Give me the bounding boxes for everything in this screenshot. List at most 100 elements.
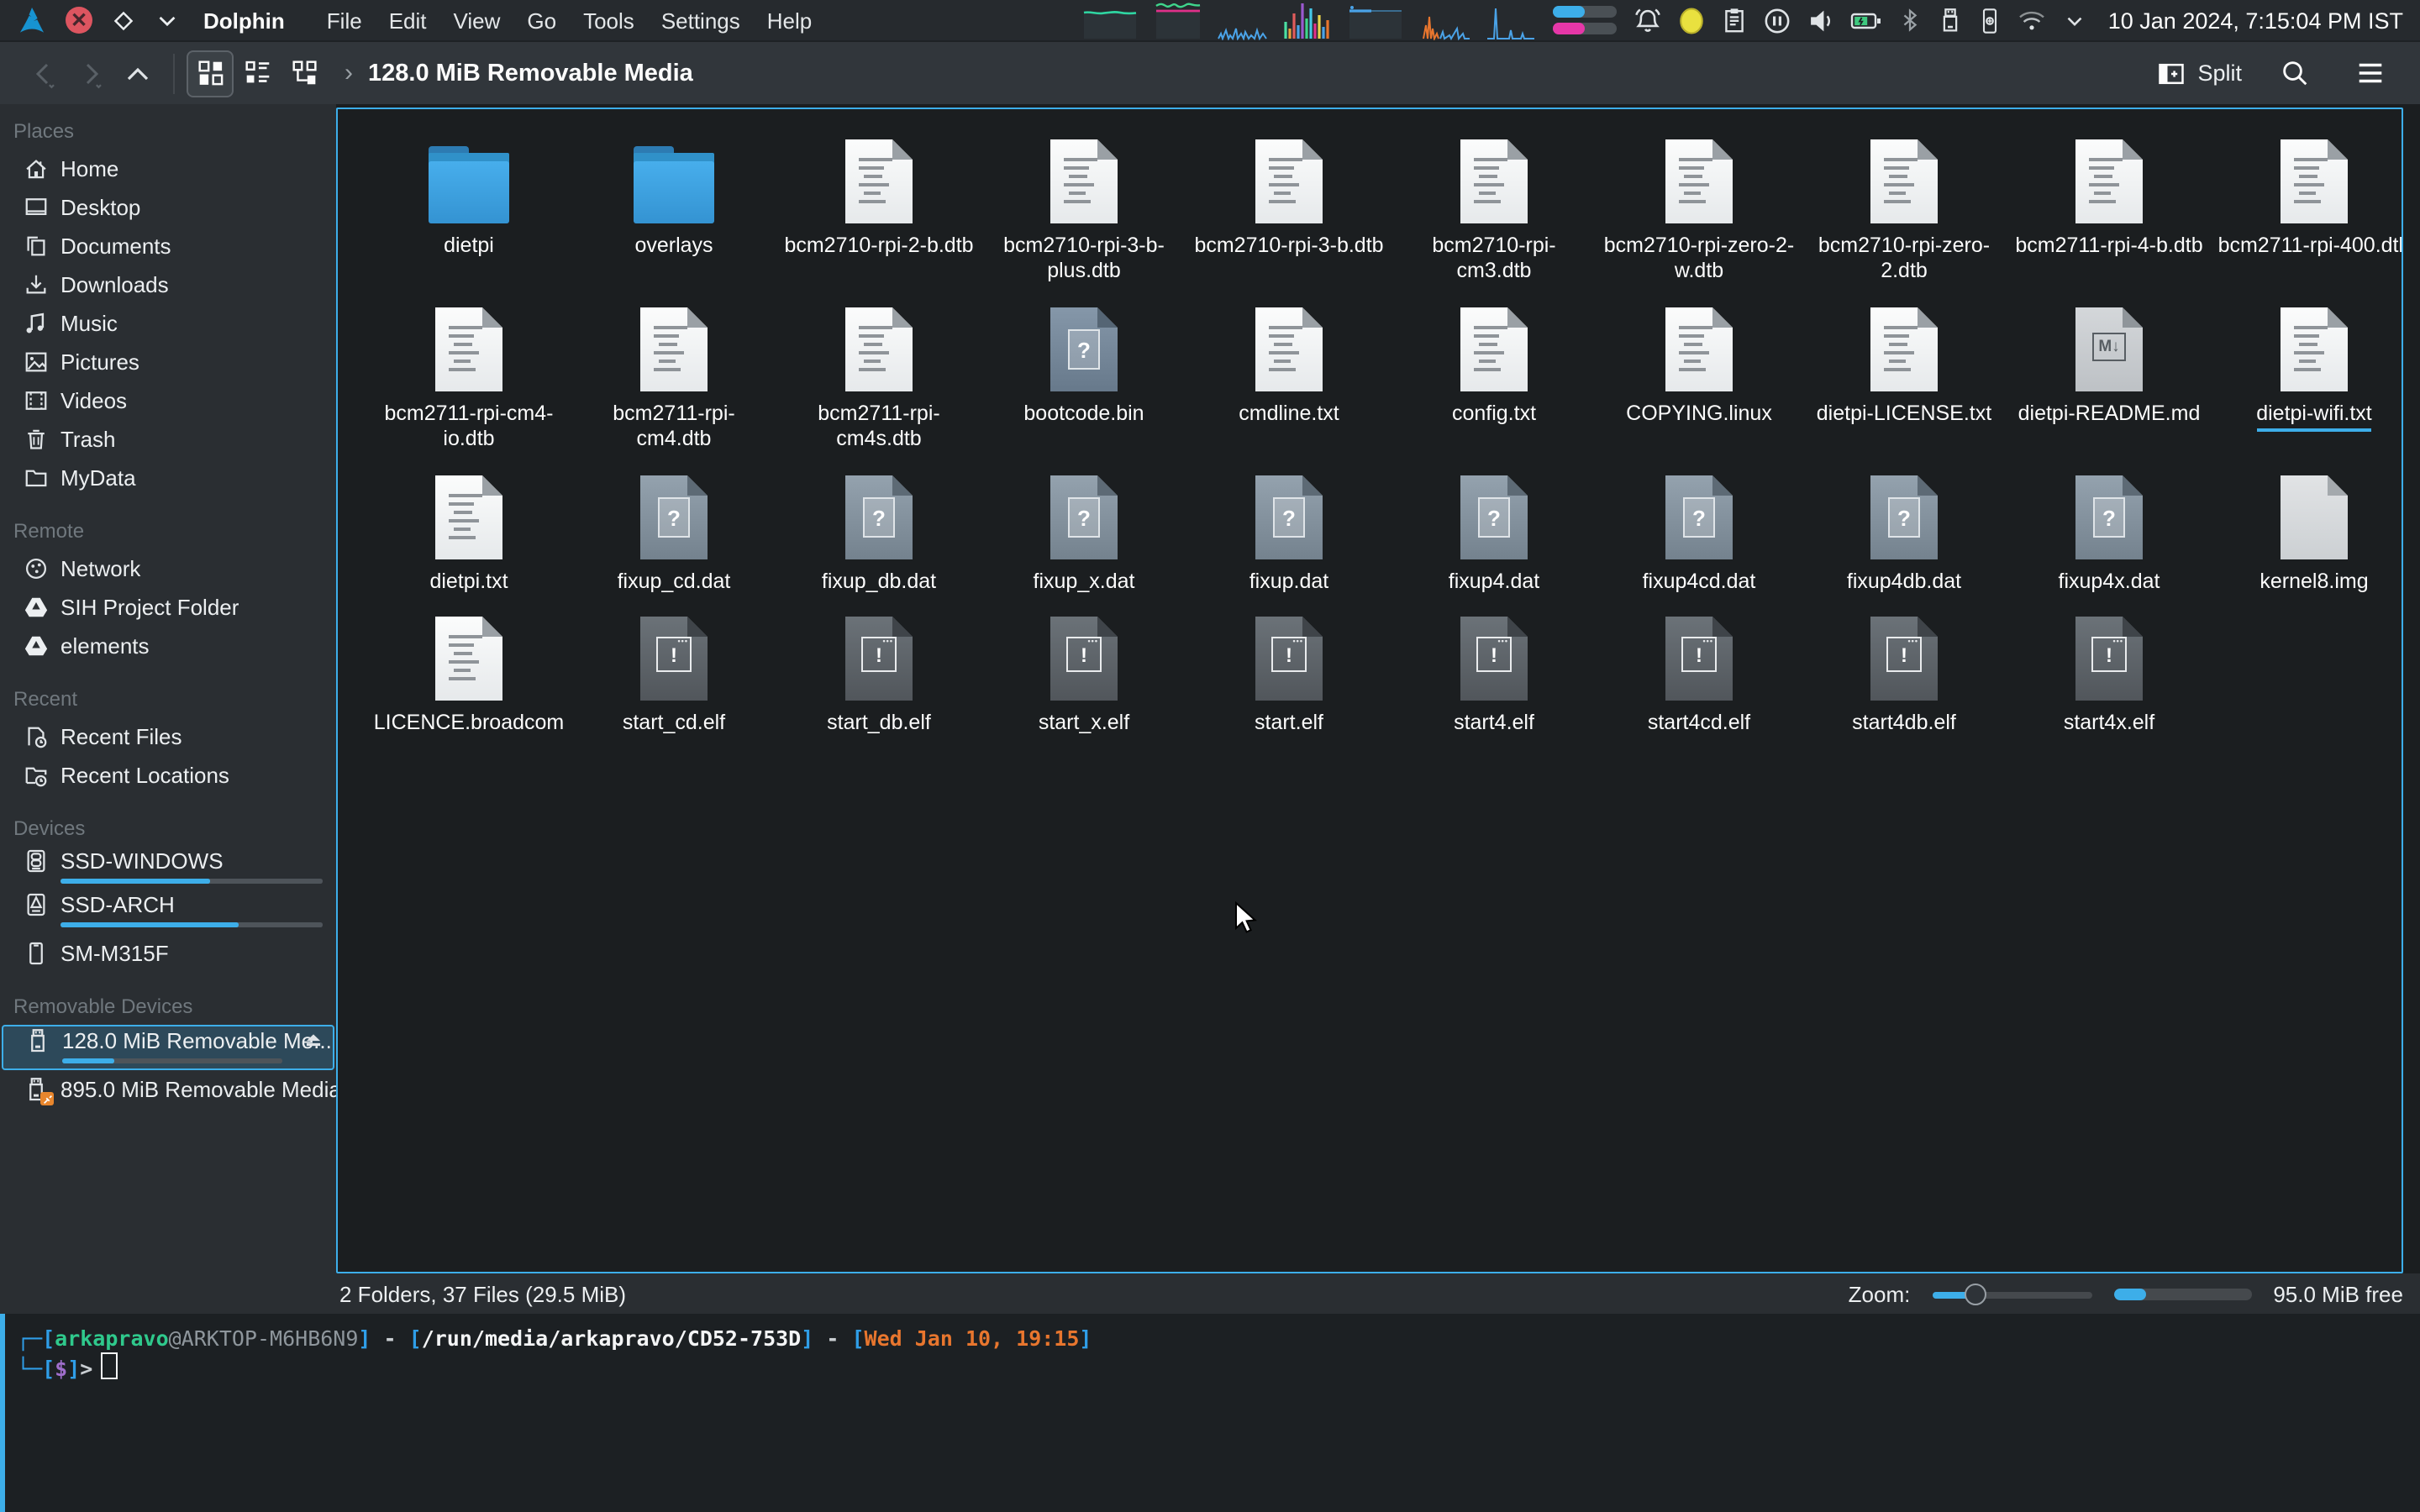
details-view-button[interactable] xyxy=(234,50,281,97)
network-speed-graph[interactable] xyxy=(1421,0,1471,40)
file-item-bcm2711-rpi-cm4s-dtb[interactable]: bcm2711-rpi-cm4s.dtb xyxy=(776,304,981,472)
wifi-icon[interactable] xyxy=(2018,7,2048,34)
color-sliders-widget[interactable] xyxy=(1552,2,1619,39)
night-color-icon[interactable] xyxy=(1678,6,1707,34)
minimize-chevron-button[interactable] xyxy=(155,8,180,33)
terminal[interactable]: ┌─[arkapravo@ARKTOP-M6HB6N9] - [/run/med… xyxy=(0,1314,2420,1512)
menu-go[interactable]: Go xyxy=(527,8,556,33)
file-item-dietpi-readme-md[interactable]: M↓dietpi-README.md xyxy=(2007,304,2212,472)
file-item-bcm2711-rpi-400-dtb[interactable]: bcm2711-rpi-400.dtb xyxy=(2212,136,2403,304)
tree-view-button[interactable] xyxy=(281,50,328,97)
maximize-diamond-button[interactable] xyxy=(111,8,136,33)
clock[interactable]: 10 Jan 2024, 7:15:04 PM IST xyxy=(2108,8,2403,33)
file-item-bcm2710-rpi-2-b-dtb[interactable]: bcm2710-rpi-2-b.dtb xyxy=(776,136,981,304)
hamburger-menu-icon[interactable] xyxy=(2346,50,2393,97)
file-item-dietpi[interactable]: dietpi xyxy=(366,136,571,304)
sidebar-item-128-0-mib-removable-me-[interactable]: 128.0 MiB Removable Me... xyxy=(2,1025,334,1070)
sidebar-item-downloads[interactable]: Downloads xyxy=(0,265,336,304)
media-pause-icon[interactable] xyxy=(1764,6,1792,34)
breadcrumb-location[interactable]: 128.0 MiB Removable Media xyxy=(368,60,693,87)
file-item-kernel8-img[interactable]: kernel8.img xyxy=(2212,472,2403,613)
expand-tray-chevron-icon[interactable] xyxy=(2063,8,2088,33)
sidebar-item-ssd-arch[interactable]: SSD-ARCH xyxy=(0,890,336,934)
breadcrumb[interactable]: › 128.0 MiB Removable Media xyxy=(345,59,693,87)
file-item-bcm2710-rpi-zero-2-dtb[interactable]: bcm2710-rpi-zero-2.dtb xyxy=(1802,136,2007,304)
close-window-button[interactable]: ✕ xyxy=(66,7,92,34)
sidebar-item-home[interactable]: Home xyxy=(0,150,336,188)
file-item-start-x-elf[interactable]: •••!start_x.elf xyxy=(981,613,1186,761)
file-item-bcm2710-rpi-cm3-dtb[interactable]: bcm2710-rpi-cm3.dtb xyxy=(1392,136,1597,304)
file-item-fixup-db-dat[interactable]: ?fixup_db.dat xyxy=(776,472,981,613)
sidebar-item-ssd-windows[interactable]: SSD-WINDOWS xyxy=(0,847,336,890)
memory-history-graph[interactable] xyxy=(1155,0,1202,40)
file-item-licence-broadcom[interactable]: LICENCE.broadcom xyxy=(366,613,571,761)
menu-tools[interactable]: Tools xyxy=(583,8,634,33)
eject-button[interactable] xyxy=(302,1028,324,1050)
sidebar-item-pictures[interactable]: Pictures xyxy=(0,343,336,381)
sidebar-item-desktop[interactable]: Desktop xyxy=(0,188,336,227)
cpu-cores-graph[interactable] xyxy=(1283,0,1334,40)
file-item-fixup4x-dat[interactable]: ?fixup4x.dat xyxy=(2007,472,2212,613)
zoom-slider-handle[interactable] xyxy=(1965,1283,1987,1305)
file-item-bcm2711-rpi-4-b-dtb[interactable]: bcm2711-rpi-4-b.dtb xyxy=(2007,136,2212,304)
sidebar-item-documents[interactable]: Documents xyxy=(0,227,336,265)
file-item-start4x-elf[interactable]: •••!start4x.elf xyxy=(2007,613,2212,761)
cpu-history-graph[interactable] xyxy=(1083,0,1140,40)
file-item-fixup-cd-dat[interactable]: ?fixup_cd.dat xyxy=(571,472,776,613)
file-item-bcm2710-rpi-3-b-plus-dtb[interactable]: bcm2710-rpi-3-b-plus.dtb xyxy=(981,136,1186,304)
file-item-bootcode-bin[interactable]: ?bootcode.bin xyxy=(981,304,1186,472)
file-item-start4cd-elf[interactable]: •••!start4cd.elf xyxy=(1597,613,1802,761)
file-item-start-elf[interactable]: •••!start.elf xyxy=(1186,613,1392,761)
menu-view[interactable]: View xyxy=(454,8,501,33)
io-history-graph[interactable] xyxy=(1486,0,1537,40)
file-item-fixup4db-dat[interactable]: ?fixup4db.dat xyxy=(1802,472,2007,613)
file-item-start-db-elf[interactable]: •••!start_db.elf xyxy=(776,613,981,761)
file-item-start4db-elf[interactable]: •••!start4db.elf xyxy=(1802,613,2007,761)
sidebar-item-trash[interactable]: Trash xyxy=(0,420,336,459)
phone-icon[interactable] xyxy=(1979,6,2002,34)
file-item-copying-linux[interactable]: COPYING.linux xyxy=(1597,304,1802,472)
split-button[interactable]: Split xyxy=(2155,58,2242,88)
sidebar-item-895-0-mib-removable-media[interactable]: 895.0 MiB Removable Media xyxy=(0,1070,336,1109)
menu-edit[interactable]: Edit xyxy=(389,8,427,33)
sidebar-item-mydata[interactable]: MyData xyxy=(0,459,336,497)
battery-icon[interactable] xyxy=(1851,8,1883,33)
clipboard-icon[interactable] xyxy=(1722,7,1749,34)
usb-device-icon[interactable] xyxy=(1939,7,1964,34)
file-item-bcm2710-rpi-zero-2-w-dtb[interactable]: bcm2710-rpi-zero-2-w.dtb xyxy=(1597,136,1802,304)
file-item-bcm2711-rpi-cm4-io-dtb[interactable]: bcm2711-rpi-cm4-io.dtb xyxy=(366,304,571,472)
file-item-fixup4cd-dat[interactable]: ?fixup4cd.dat xyxy=(1597,472,1802,613)
menu-settings[interactable]: Settings xyxy=(661,8,740,33)
search-icon[interactable] xyxy=(2270,50,2317,97)
file-item-bcm2711-rpi-cm4-dtb[interactable]: bcm2711-rpi-cm4.dtb xyxy=(571,304,776,472)
icons-view-button[interactable] xyxy=(187,50,234,97)
menu-file[interactable]: File xyxy=(327,8,362,33)
file-item-fixup4-dat[interactable]: ?fixup4.dat xyxy=(1392,472,1597,613)
zoom-slider[interactable] xyxy=(1932,1283,2091,1305)
arch-linux-logo-icon[interactable] xyxy=(17,5,47,35)
network-history-graph[interactable] xyxy=(1218,0,1268,40)
sidebar-item-music[interactable]: Music xyxy=(0,304,336,343)
up-button[interactable] xyxy=(114,50,161,97)
sidebar-item-elements[interactable]: elements xyxy=(0,627,336,665)
file-item-fixup-dat[interactable]: ?fixup.dat xyxy=(1186,472,1392,613)
volume-icon[interactable] xyxy=(1807,6,1836,34)
sidebar-item-recent-files[interactable]: Recent Files xyxy=(0,717,336,756)
file-item-start4-elf[interactable]: •••!start4.elf xyxy=(1392,613,1597,761)
notifications-bell-icon[interactable] xyxy=(1634,6,1663,34)
back-button[interactable] xyxy=(20,50,67,97)
sidebar-item-sih-project-folder[interactable]: SIH Project Folder xyxy=(0,588,336,627)
bluetooth-icon[interactable] xyxy=(1898,7,1923,34)
sidebar-item-network[interactable]: Network xyxy=(0,549,336,588)
file-item-dietpi-license-txt[interactable]: dietpi-LICENSE.txt xyxy=(1802,304,2007,472)
file-item-overlays[interactable]: overlays xyxy=(571,136,776,304)
sidebar-item-recent-locations[interactable]: Recent Locations xyxy=(0,756,336,795)
forward-button[interactable] xyxy=(67,50,114,97)
file-item-bcm2710-rpi-3-b-dtb[interactable]: bcm2710-rpi-3-b.dtb xyxy=(1186,136,1392,304)
file-item-dietpi-txt[interactable]: dietpi.txt xyxy=(366,472,571,613)
file-item-config-txt[interactable]: config.txt xyxy=(1392,304,1597,472)
disk-history-graph[interactable] xyxy=(1349,0,1406,40)
sidebar-item-sm-m315f[interactable]: SM-M315F xyxy=(0,934,336,973)
menu-help[interactable]: Help xyxy=(767,8,813,33)
file-item-start-cd-elf[interactable]: •••!start_cd.elf xyxy=(571,613,776,761)
